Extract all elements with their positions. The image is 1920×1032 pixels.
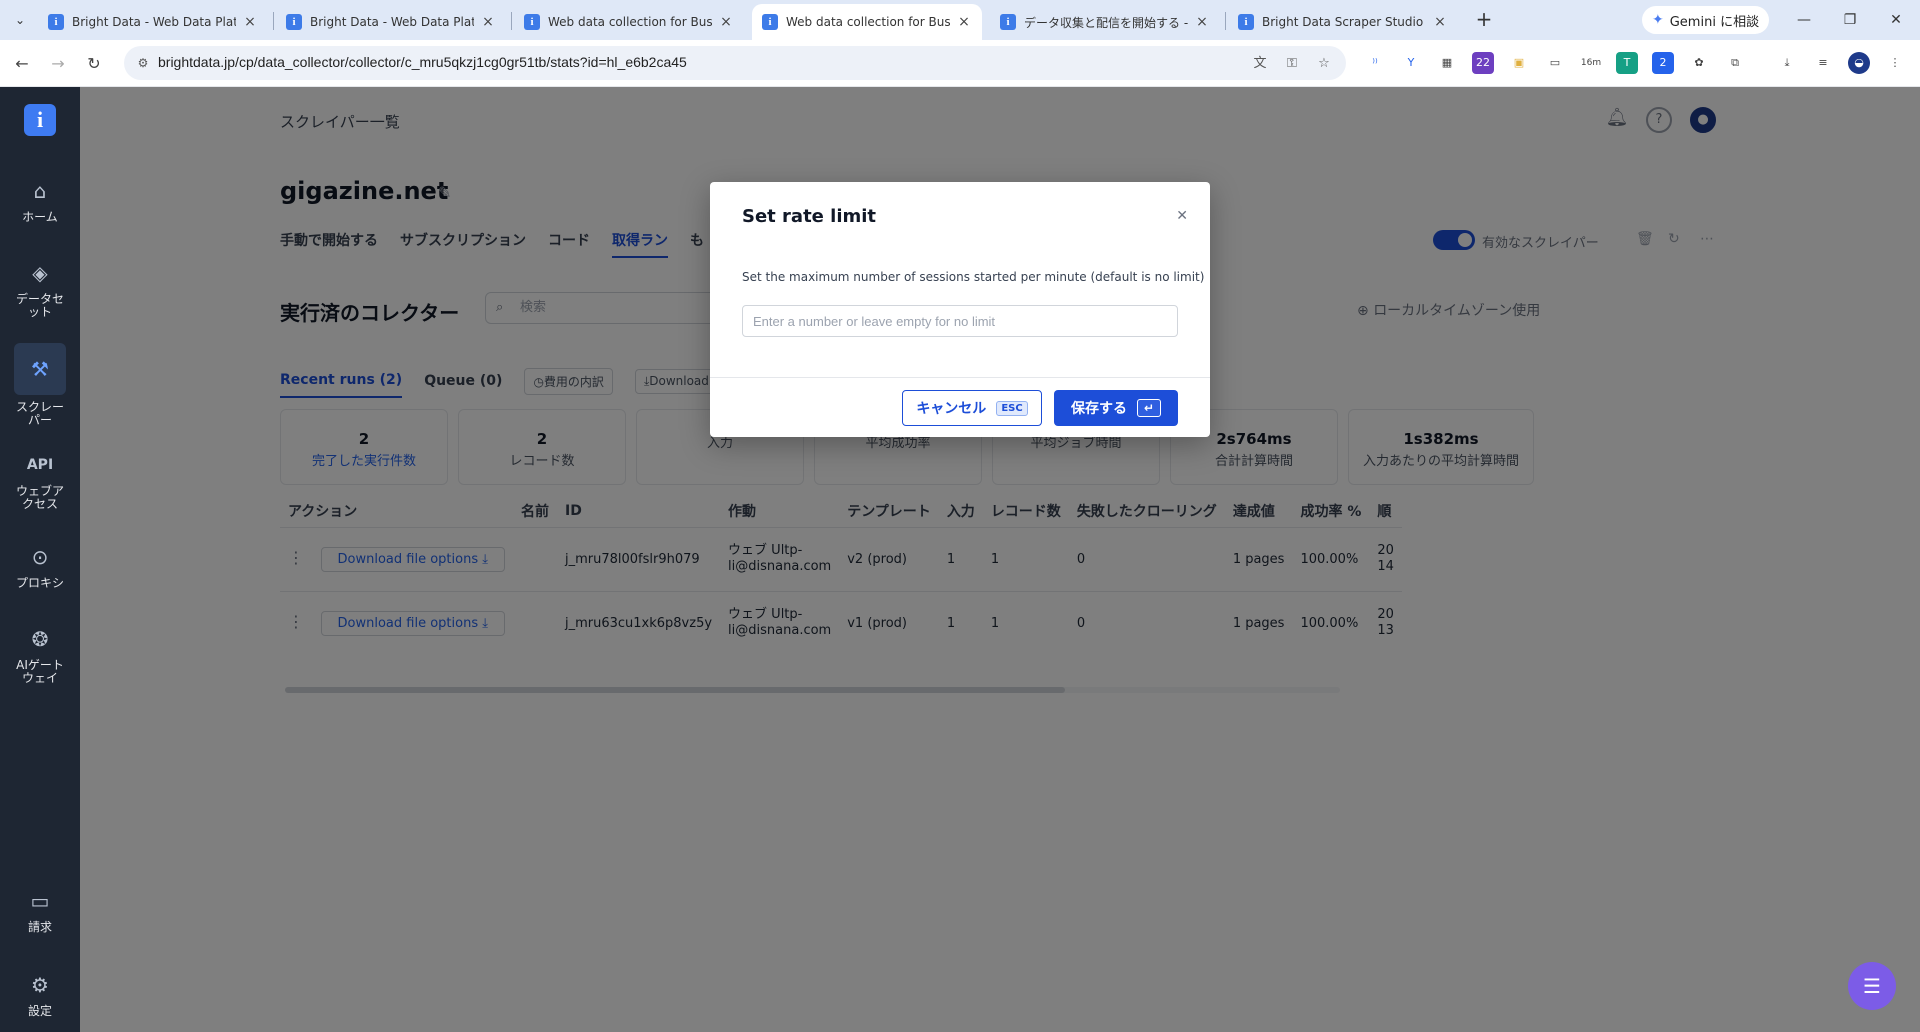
restore-icon[interactable]: ❐: [1838, 8, 1862, 32]
new-tab-plus-icon[interactable]: +: [1472, 8, 1496, 32]
brightdata-favicon-icon: i: [48, 14, 64, 30]
extensions-puzzle-icon[interactable]: ⧉: [1724, 52, 1746, 74]
extension-qr-icon[interactable]: ▦: [1436, 52, 1458, 74]
dialog-title: Set rate limit: [742, 206, 877, 227]
sidebar-item-home[interactable]: ⌂ ホーム: [0, 177, 80, 224]
brightdata-favicon-icon: i: [1000, 14, 1016, 30]
download-icon[interactable]: ⤓: [1776, 52, 1798, 74]
chat-bubble-icon: ☰: [1863, 974, 1881, 998]
close-window-icon[interactable]: ✕: [1884, 8, 1908, 32]
sidebar-item-settings[interactable]: ⚙ 設定: [0, 971, 80, 1018]
forward-arrow-icon[interactable]: →: [46, 52, 70, 76]
browser-tab-bar: ⌄ i Bright Data - Web Data Platform × i …: [0, 0, 1920, 40]
brightdata-favicon-icon: i: [762, 14, 778, 30]
media-control-icon[interactable]: ≡: [1812, 52, 1834, 74]
chat-support-button[interactable]: ☰: [1848, 962, 1896, 1010]
minimize-icon[interactable]: —: [1792, 8, 1816, 32]
gemini-button[interactable]: ✦ Gemini に相談: [1642, 6, 1770, 34]
layers-icon: ◈: [32, 261, 48, 285]
reload-icon[interactable]: ↻: [82, 52, 106, 76]
browser-tab-4-active[interactable]: i Web data collection for Business ×: [752, 4, 982, 40]
extension-t-icon[interactable]: T: [1616, 52, 1638, 74]
profile-avatar-icon[interactable]: ◒: [1848, 52, 1870, 74]
browser-menu-icon[interactable]: ⋮: [1884, 52, 1906, 74]
api-icon: API: [26, 457, 54, 473]
close-tab-icon[interactable]: ×: [480, 14, 496, 30]
enter-key-icon: ↵: [1136, 399, 1162, 417]
extension-box-icon[interactable]: ▣: [1508, 52, 1530, 74]
cancel-button[interactable]: キャンセル ESC: [902, 390, 1042, 426]
gemini-sparkle-icon: ✦: [1652, 12, 1664, 28]
home-icon: ⌂: [33, 179, 47, 203]
brightdata-favicon-icon: i: [1238, 14, 1254, 30]
brightdata-favicon-icon: i: [524, 14, 540, 30]
dialog-divider: [710, 377, 1210, 378]
browser-tab-2[interactable]: i Bright Data - Web Data Platform ×: [276, 4, 506, 40]
browser-tab-1[interactable]: i Bright Data - Web Data Platform ×: [38, 4, 268, 40]
translate-icon[interactable]: 文: [1251, 55, 1269, 73]
sidebar-item-proxy[interactable]: ⊙ プロキシ: [0, 543, 80, 590]
close-tab-icon[interactable]: ×: [1194, 14, 1210, 30]
brightdata-favicon-icon: i: [286, 14, 302, 30]
brain-icon: ❂: [31, 627, 49, 651]
close-tab-icon[interactable]: ×: [242, 14, 258, 30]
rate-limit-dialog: Set rate limit ✕ Set the maximum number …: [710, 182, 1210, 437]
browser-tab-3[interactable]: i Web data collection for Business ×: [514, 4, 744, 40]
password-key-icon[interactable]: ⚿: [1283, 55, 1301, 73]
back-arrow-icon[interactable]: ←: [10, 52, 34, 76]
dialog-description: Set the maximum number of sessions start…: [742, 270, 1205, 284]
extension-audio-icon[interactable]: ⁾⁾: [1364, 52, 1386, 74]
tab-search-icon[interactable]: ⌄: [8, 8, 32, 32]
close-icon[interactable]: ✕: [1176, 208, 1188, 224]
close-tab-icon[interactable]: ×: [1432, 14, 1448, 30]
sidebar-item-ai-gateway[interactable]: ❂ AIゲートウェイ: [0, 625, 80, 685]
extension-screen-icon[interactable]: ▭: [1544, 52, 1566, 74]
sidebar-item-datasets[interactable]: ◈ データセット: [0, 259, 80, 319]
browser-tab-6[interactable]: i Bright Data Scraper Studio API ×: [1228, 4, 1458, 40]
sidebar-item-billing[interactable]: ▭ 請求: [0, 887, 80, 934]
site-info-icon[interactable]: ⚙: [134, 54, 152, 72]
close-tab-icon[interactable]: ×: [956, 14, 972, 30]
extension-timer-icon[interactable]: 16m: [1580, 52, 1602, 74]
left-sidebar: i ⌂ ホーム ◈ データセット ⚒ スクレーパー API ウェブアクセス ⊙ …: [0, 87, 80, 1032]
address-bar[interactable]: ⚙ brightdata.jp/cp/data_collector/collec…: [124, 46, 1346, 80]
browser-toolbar: ← → ↻ ⚙ brightdata.jp/cp/data_collector/…: [0, 40, 1920, 87]
extension-badge-icon[interactable]: 22: [1472, 52, 1494, 74]
location-pin-icon: ⊙: [31, 545, 49, 569]
extension-y-icon[interactable]: Y: [1400, 52, 1422, 74]
extension-openai-icon[interactable]: ✿: [1688, 52, 1710, 74]
browser-tab-5[interactable]: i データ収集と配信を開始する - Bright ×: [990, 4, 1220, 40]
bookmark-star-icon[interactable]: ☆: [1315, 55, 1333, 73]
brightdata-logo[interactable]: i: [24, 104, 56, 136]
card-icon: ▭: [30, 889, 50, 913]
gear-icon: ⚙: [31, 973, 49, 997]
sidebar-item-scrapers[interactable]: ⚒ スクレーパー: [0, 343, 80, 427]
esc-key-hint: ESC: [996, 400, 1028, 416]
scraper-icon: ⚒: [14, 343, 66, 395]
close-tab-icon[interactable]: ×: [718, 14, 734, 30]
url-text[interactable]: brightdata.jp/cp/data_collector/collecto…: [158, 54, 687, 70]
save-button[interactable]: 保存する ↵: [1054, 390, 1178, 426]
rate-limit-input[interactable]: [742, 305, 1178, 337]
extension-mail-icon[interactable]: 2: [1652, 52, 1674, 74]
sidebar-item-web-access[interactable]: API ウェブアクセス: [0, 451, 80, 511]
